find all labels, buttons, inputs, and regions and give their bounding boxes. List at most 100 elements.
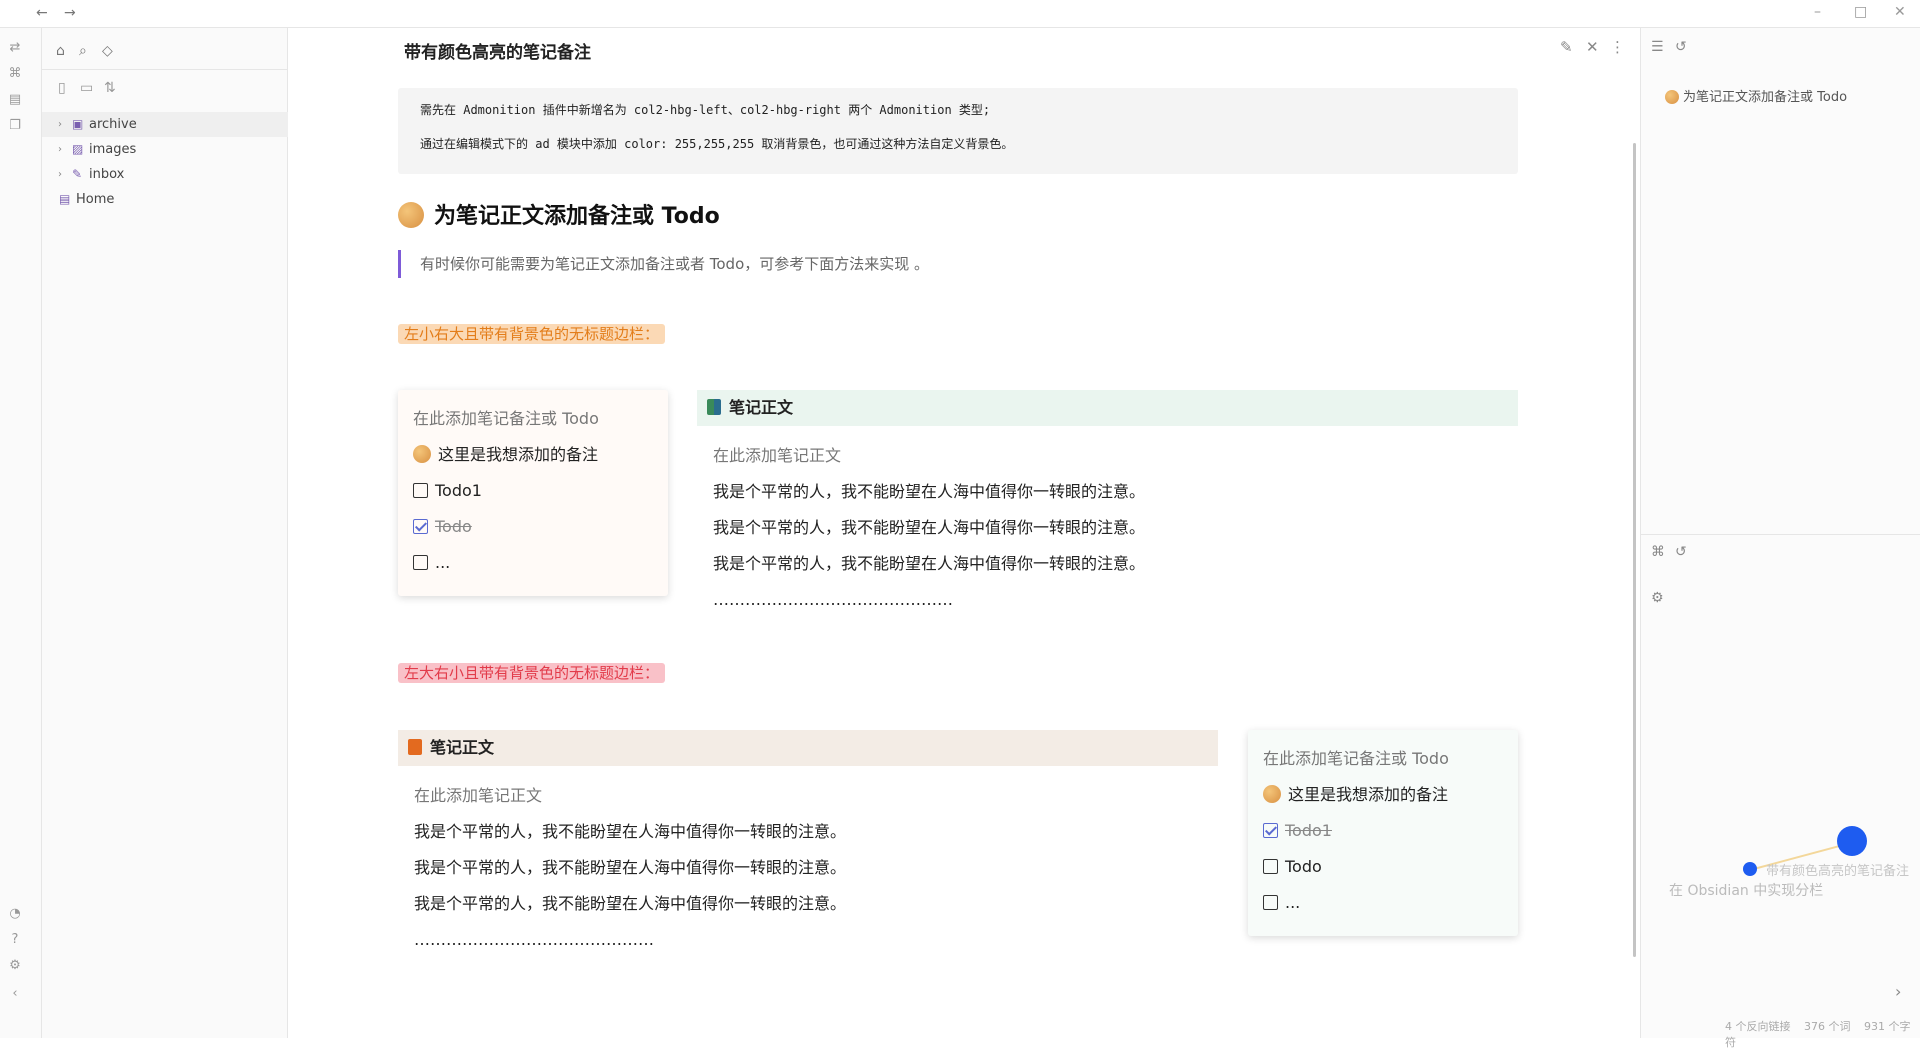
todo-item: Todo [413,516,653,552]
checkbox[interactable] [413,483,428,498]
image-folder-icon: ▨ [72,142,84,156]
todo-item: Todo1 [413,480,653,516]
checkbox[interactable] [1263,895,1278,910]
body-line: 我是个平常的人，我不能盼望在人海中值得你一转眼的注意。 [713,518,1146,537]
more-options-icon[interactable]: ⋮ [1610,38,1625,56]
chevron-right-icon[interactable]: › [1895,982,1901,1001]
body-placeholder: 在此添加笔记正文 [414,786,543,805]
palette-icon [398,202,424,228]
local-graph-icon[interactable]: ⌘ [1651,544,1665,560]
right-sidebar: ☰ ↺ 为笔记正文添加备注或 Todo ⌘ ↺ ⚙ 带有颜色高亮的笔记备注 在 … [1640,28,1920,1038]
forward-icon[interactable]: → [64,5,76,21]
body-dots: ……………………………………… [713,590,953,609]
todo-item: Todo1 [1263,820,1503,856]
backlinks-count[interactable]: 4 个反向链接 [1725,1020,1791,1033]
file-icon: ▤ [59,192,71,206]
checkbox-checked[interactable] [413,519,428,534]
todo-item: Todo [1263,856,1503,892]
backlinks-icon[interactable]: ↺ [1675,39,1687,55]
new-folder-icon[interactable]: ▭ [80,80,93,96]
help-icon[interactable]: ? [7,932,23,948]
checkbox[interactable] [1263,859,1278,874]
checkbox-checked[interactable] [1263,823,1278,838]
body-line: 我是个平常的人，我不能盼望在人海中值得你一转眼的注意。 [414,858,847,877]
callout-line: 通过在编辑模式下的 ad 模块中添加 color: 255,255,255 取消… [420,137,1014,151]
palette-icon [1665,90,1679,104]
title-bar: ← → – □ ✕ [0,0,1920,28]
page-title[interactable]: 带有颜色高亮的笔记备注 [404,38,591,63]
remark-card: 在此添加笔记备注或 Todo 这里是我想添加的备注 Todo1 Todo ... [1248,730,1518,936]
sort-icon[interactable]: ⇅ [104,80,116,96]
todo-item: ... [1263,892,1503,928]
outline-icon[interactable]: ☰ [1651,39,1664,55]
body-line: 我是个平常的人，我不能盼望在人海中值得你一转眼的注意。 [713,554,1146,573]
switcher-icon[interactable]: ⇄ [7,40,23,56]
body-line: 我是个平常的人，我不能盼望在人海中值得你一转眼的注意。 [414,822,847,841]
tree-folder-inbox[interactable]: › ✎ inbox [42,162,288,187]
search-icon[interactable]: ⌕ [79,43,87,59]
tree-file-home[interactable]: ▤ Home [42,187,288,212]
graph-node-linked[interactable] [1743,862,1757,876]
status-bar: 4 个反向链接 376 个词 931 个字符 [1725,1018,1920,1050]
maximize-icon[interactable]: □ [1854,4,1867,20]
local-graph[interactable]: 带有颜色高亮的笔记备注 在 Obsidian 中实现分栏 [1641,568,1920,988]
back-icon[interactable]: ← [36,5,48,21]
chevron-right-icon: › [58,119,62,130]
templates-icon[interactable]: ❐ [7,118,23,134]
new-note-icon[interactable]: ▯ [58,80,66,96]
graph-view-icon[interactable]: ⌘ [7,66,23,82]
remark-card: 在此添加笔记备注或 Todo 这里是我想添加的备注 Todo1 Todo ... [398,390,668,596]
editor-pane: 带有颜色高亮的笔记备注 ✎ ✕ ⋮ 需先在 Admonition 插件中新增名为… [288,28,1640,1038]
pen-icon: ✎ [72,167,83,181]
ribbon: ⇄ ⌘ ▤ ❐ ◔ ? ⚙ ‹ [0,28,42,1038]
chevron-right-icon: › [58,169,62,180]
body-header: 笔记正文 [697,390,1518,426]
callout-note: 需先在 Admonition 插件中新增名为 col2-hbg-left、col… [398,88,1518,174]
outgoing-links-icon[interactable]: ↺ [1675,544,1687,560]
card-remark: 这里是我想添加的备注 [1263,784,1503,820]
body-dots: ……………………………………… [414,930,654,949]
highlight-red: 左大右小且带有背景色的无标题边栏： [398,663,666,683]
graph-node-label: 带有颜色高亮的笔记备注 [1766,864,1910,879]
sidebar-tabs: ⌂ ⌕ ◇ [42,28,288,70]
home-icon[interactable]: ⌂ [56,43,65,59]
card-placeholder: 在此添加笔记备注或 Todo [1263,749,1449,768]
collapse-left-icon[interactable]: ‹ [7,986,23,1002]
settings-icon[interactable]: ⚙ [7,958,23,974]
body-line: 我是个平常的人，我不能盼望在人海中值得你一转眼的注意。 [713,482,1146,501]
checkbox[interactable] [413,555,428,570]
orange-book-icon [408,739,422,755]
edit-icon[interactable]: ✎ [1560,38,1573,56]
body-line: 我是个平常的人，我不能盼望在人海中值得你一转眼的注意。 [414,894,847,913]
tag-icon[interactable]: ◇ [102,43,113,59]
palette-icon [413,445,431,463]
note-body: 笔记正文 在此添加笔记正文 我是个平常的人，我不能盼望在人海中值得你一转眼的注意… [697,390,1518,618]
tree-folder-archive[interactable]: › ▣ archive [42,112,288,137]
card-remark: 这里是我想添加的备注 [413,444,653,480]
folder-icon: ▣ [72,117,84,131]
todo-item: ... [413,552,653,588]
outline-item[interactable]: 为笔记正文添加备注或 Todo [1665,86,1847,105]
highlight-orange: 左小右大且带有背景色的无标题边栏： [398,324,666,344]
divider [1641,534,1920,535]
minimize-icon[interactable]: – [1814,4,1821,20]
vault-icon[interactable]: ◔ [7,906,23,922]
graph-node-current[interactable] [1837,826,1867,856]
books-icon [707,399,721,415]
close-icon[interactable]: ✕ [1586,38,1599,56]
card-placeholder: 在此添加笔记备注或 Todo [413,409,599,428]
section-heading: 为笔记正文添加备注或 Todo [398,198,720,230]
body-placeholder: 在此添加笔记正文 [713,446,842,465]
file-tree: › ▣ archive › ▨ images › ✎ inbox ▤ Home [42,112,288,212]
body-header: 笔记正文 [398,730,1218,766]
word-count: 376 个词 [1804,1020,1851,1033]
tree-folder-images[interactable]: › ▨ images [42,137,288,162]
graph-node-label: 在 Obsidian 中实现分栏 [1669,883,1824,899]
scrollbar[interactable] [1633,143,1636,957]
close-window-icon[interactable]: ✕ [1894,4,1906,20]
chevron-right-icon: › [58,144,62,155]
blockquote: 有时候你可能需要为笔记正文添加备注或者 Todo，可参考下面方法来实现 。 [398,250,929,278]
canvas-icon[interactable]: ▤ [7,92,23,108]
callout-line: 需先在 Admonition 插件中新增名为 col2-hbg-left、col… [420,103,991,117]
note-body: 笔记正文 在此添加笔记正文 我是个平常的人，我不能盼望在人海中值得你一转眼的注意… [398,730,1218,958]
